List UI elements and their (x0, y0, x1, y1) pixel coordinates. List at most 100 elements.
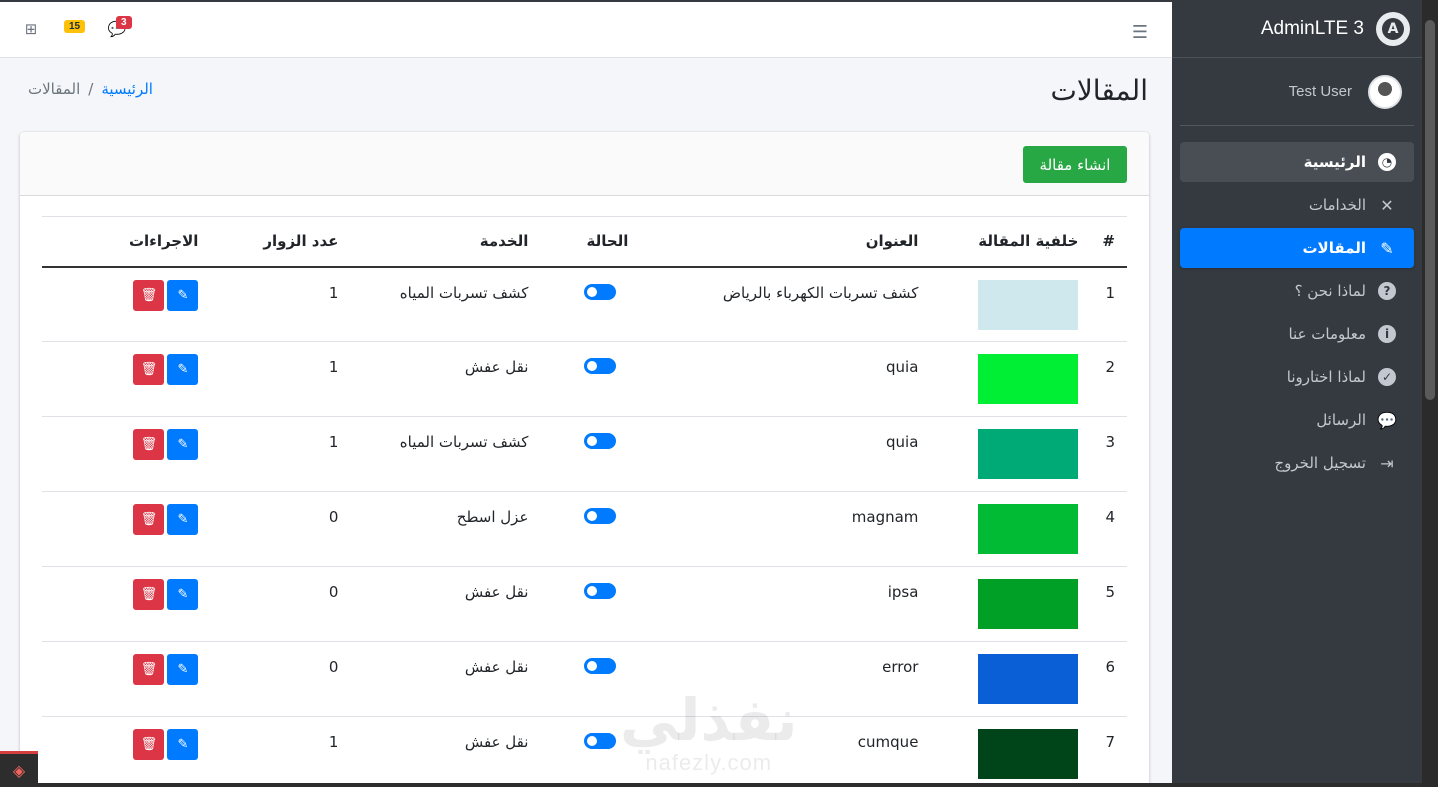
top-icons: ⊞ 15 💬 3 (20, 16, 132, 40)
status-toggle[interactable] (584, 733, 617, 749)
table-row: 2 quia نقل عفش 1 ✎ 🗑 (42, 341, 1127, 417)
question-circle-icon: ? (1376, 280, 1398, 302)
edit-icon[interactable]: ✎ (167, 504, 199, 535)
sidebar-item-0[interactable]: ◔ الرئيسية (1180, 142, 1414, 182)
row-status (540, 416, 641, 492)
row-actions: ✎ 🗑 (42, 716, 211, 787)
sidebar-item-label: تسجيل الخروج (1274, 454, 1366, 472)
article-thumbnail (978, 354, 1079, 404)
row-num: 2 (1090, 341, 1127, 417)
trash-icon[interactable]: 🗑 (133, 729, 165, 760)
edit-icon[interactable]: ✎ (167, 579, 199, 610)
row-visitors: 1 (210, 716, 351, 787)
check-circle-icon: ✓ (1376, 366, 1398, 388)
main-sidebar: A AdminLTE 3 Test User ◔ الرئيسية ✕ الخداما… (1172, 0, 1422, 787)
trash-icon[interactable]: 🗑 (133, 279, 165, 311)
debugbar-strip (38, 783, 1422, 787)
sign-out-icon: ⇥ (1380, 453, 1394, 473)
edit-icon[interactable]: ✎ (167, 654, 199, 685)
row-num: 5 (1090, 566, 1127, 642)
row-background (930, 641, 1091, 717)
avatar[interactable] (1368, 74, 1402, 109)
edit-icon[interactable]: ✎ (167, 354, 199, 385)
laravel-debugbar-icon[interactable]: ◈ (0, 751, 38, 787)
row-background (930, 341, 1091, 417)
articles-card: انشاء مقالة # خلفية المقالة العنوان الحا… (20, 132, 1149, 787)
row-actions: ✎ 🗑 (42, 641, 211, 717)
trash-icon[interactable]: 🗑 (133, 429, 165, 460)
user-name[interactable]: Test User (1289, 83, 1352, 100)
status-toggle[interactable] (584, 658, 617, 674)
user-panel: Test User (1180, 58, 1414, 126)
article-thumbnail (978, 429, 1079, 479)
sidebar-item-4[interactable]: i معلومات عنا (1180, 314, 1414, 354)
breadcrumb: الرئيسية / المقالات (28, 80, 153, 98)
page-title: المقالات (1050, 74, 1148, 107)
row-num: 4 (1090, 491, 1127, 567)
row-status (540, 491, 641, 567)
table-body: 1 كشف تسربات الكهرباء بالرياض كشف تسربات ا… (42, 266, 1127, 787)
status-toggle[interactable] (584, 283, 617, 300)
edit-icon[interactable]: ✎ (167, 429, 199, 460)
row-title: quia (640, 416, 931, 492)
table-row: 6 error نقل عفش 0 ✎ 🗑 (42, 641, 1127, 717)
row-title: magnam (640, 491, 931, 567)
article-thumbnail (978, 504, 1079, 554)
scrollbar-thumb[interactable] (1425, 20, 1435, 400)
row-service: نقل عفش (350, 566, 541, 642)
row-actions: ✎ 🗑 (42, 491, 211, 567)
tachometer-icon: ◔ (1376, 151, 1398, 173)
row-service: كشف تسربات المياه (350, 416, 541, 492)
hamburger-menu-icon[interactable]: ☰ (1132, 22, 1148, 43)
row-status (540, 566, 641, 642)
status-toggle[interactable] (584, 433, 617, 449)
row-background (930, 716, 1091, 787)
row-status (540, 641, 641, 717)
row-visitors: 0 (210, 566, 351, 642)
trash-icon[interactable]: 🗑 (133, 579, 165, 610)
row-num: 6 (1090, 641, 1127, 717)
sidebar-item-1[interactable]: ✕ الخدامات (1180, 185, 1414, 225)
row-service: كشف تسربات المياه (350, 266, 541, 342)
sidebar-item-label: الرئيسية (1303, 153, 1366, 171)
row-status (540, 341, 641, 417)
trash-icon[interactable]: 🗑 (133, 354, 165, 385)
header-status: الحالة (540, 216, 641, 268)
notifications-badge: 15 (64, 20, 86, 33)
row-title: cumque (640, 716, 931, 787)
table-row: 3 quia كشف تسربات المياه 1 ✎ 🗑 (42, 416, 1127, 492)
breadcrumb-separator: / (88, 80, 94, 98)
status-toggle[interactable] (584, 508, 617, 524)
row-title: ipsa (640, 566, 931, 642)
row-title: كشف تسربات الكهرباء بالرياض (640, 266, 931, 342)
page-scrollbar[interactable] (1422, 0, 1438, 787)
row-visitors: 1 (210, 341, 351, 417)
trash-icon[interactable]: 🗑 (133, 504, 165, 535)
sidebar-item-7[interactable]: ⇥ تسجيل الخروج (1180, 443, 1414, 483)
sidebar-item-6[interactable]: 💬 الرسائل (1180, 400, 1414, 440)
messages-icon[interactable]: 💬 3 (106, 16, 132, 40)
row-title: quia (640, 341, 931, 417)
header-title: العنوان (640, 216, 931, 268)
trash-icon[interactable]: 🗑 (133, 654, 165, 685)
status-toggle[interactable] (584, 583, 617, 599)
breadcrumb-home-link[interactable]: الرئيسية (101, 80, 153, 98)
edit-icon[interactable]: ✎ (167, 729, 199, 760)
card-header: انشاء مقالة (20, 132, 1149, 196)
edit-icon[interactable]: ✎ (167, 279, 199, 311)
article-thumbnail (978, 279, 1079, 330)
brand-link[interactable]: A AdminLTE 3 (1172, 0, 1422, 58)
create-article-button[interactable]: انشاء مقالة (1023, 146, 1127, 183)
row-visitors: 0 (210, 641, 351, 717)
row-actions: ✎ 🗑 (42, 566, 211, 642)
sidebar-nav: ◔ الرئيسية ✕ الخدامات ✎ المقالات? لماذا نحن ؟ i… (1172, 126, 1422, 483)
sidebar-item-2[interactable]: ✎ المقالات (1180, 228, 1414, 268)
notifications-icon[interactable]: 15 (64, 18, 88, 40)
sidebar-item-3[interactable]: ? لماذا نحن ؟ (1180, 271, 1414, 311)
sidebar-item-label: الخدامات (1308, 196, 1366, 214)
row-num: 1 (1090, 266, 1127, 342)
fullscreen-icon[interactable]: ⊞ (20, 18, 42, 40)
sidebar-item-5[interactable]: ✓ لماذا اختارونا (1180, 357, 1414, 397)
row-service: نقل عفش (350, 641, 541, 717)
status-toggle[interactable] (584, 358, 617, 374)
